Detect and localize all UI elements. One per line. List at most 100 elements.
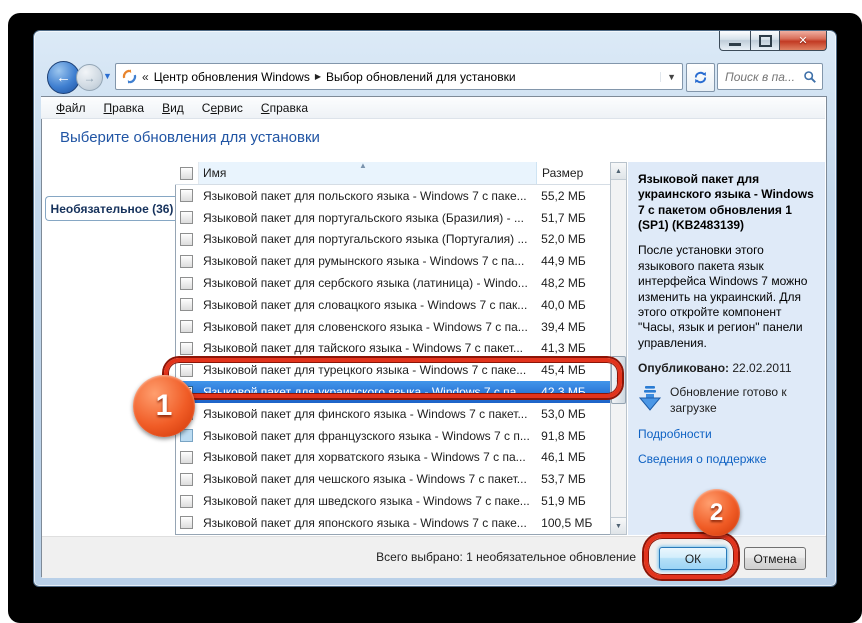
row-size: 100,5 МБ: [536, 516, 611, 530]
search-input[interactable]: [723, 69, 803, 85]
selection-summary: Всего выбрано: 1 необязательное обновлен…: [376, 550, 636, 564]
table-row[interactable]: Языковой пакет для французского языка - …: [175, 425, 611, 447]
maximize-button[interactable]: [751, 31, 780, 51]
table-row[interactable]: Языковой пакет для португальского языка …: [175, 229, 611, 251]
menu-help[interactable]: Справка: [252, 99, 317, 117]
row-name: Языковой пакет для чешского языка - Wind…: [199, 472, 536, 486]
triangle-up-icon: ▲: [615, 168, 622, 175]
row-checkbox[interactable]: [180, 516, 193, 529]
table-row[interactable]: Языковой пакет для финского языка - Wind…: [175, 403, 611, 425]
row-checkbox[interactable]: [180, 495, 193, 508]
menu-bar: Файл Правка Вид Сервис Справка: [41, 97, 825, 119]
table-row[interactable]: Языковой пакет для польского языка - Win…: [175, 185, 611, 207]
forward-button[interactable]: →: [76, 64, 103, 91]
close-icon: ✕: [798, 34, 807, 47]
menu-tools[interactable]: Сервис: [193, 99, 252, 117]
close-button[interactable]: ✕: [780, 31, 827, 51]
row-checkbox[interactable]: [180, 342, 193, 355]
list-scrollbar[interactable]: ▲ ≡ ▼: [610, 162, 627, 535]
update-title: Языковой пакет для украинского языка - W…: [638, 172, 815, 233]
row-name: Языковой пакет для финского языка - Wind…: [199, 407, 536, 421]
scroll-down-button[interactable]: ▼: [611, 517, 626, 534]
menu-view[interactable]: Вид: [153, 99, 193, 117]
table-row[interactable]: Языковой пакет для словенского языка - W…: [175, 316, 611, 338]
breadcrumb-collapse-chevron[interactable]: «: [142, 70, 149, 84]
maximize-icon: [759, 35, 772, 47]
support-info-link[interactable]: Сведения о поддержке: [638, 452, 815, 466]
list-header: Имя ▲ Размер: [175, 162, 611, 185]
column-header-name[interactable]: Имя ▲: [199, 162, 537, 184]
annotation-step-2-badge: 2: [693, 489, 740, 536]
row-name: Языковой пакет для шведского языка - Win…: [199, 494, 536, 508]
refresh-icon: [693, 70, 708, 85]
table-row[interactable]: Языковой пакет для шведского языка - Win…: [175, 490, 611, 512]
row-checkbox[interactable]: [180, 473, 193, 486]
details-link[interactable]: Подробности: [638, 427, 815, 441]
update-description: После установки этого языкового пакета я…: [638, 243, 815, 351]
row-size: 53,7 МБ: [536, 472, 611, 486]
table-row[interactable]: Языковой пакет для сербского языка (лати…: [175, 272, 611, 294]
row-checkbox[interactable]: [180, 189, 193, 202]
breadcrumb-page[interactable]: Выбор обновлений для установки: [326, 70, 516, 84]
tab-optional-label: Необязательное (36): [51, 202, 174, 216]
annotation-highlight-selected-row: [164, 358, 622, 398]
chevron-down-icon: ▼: [103, 71, 112, 81]
row-size: 55,2 МБ: [536, 189, 611, 203]
annotation-highlight-ok-button: [644, 534, 738, 579]
column-header-size[interactable]: Размер: [537, 162, 611, 184]
row-checkbox[interactable]: [180, 277, 193, 290]
windows-update-icon: [122, 69, 137, 84]
address-bar[interactable]: « Центр обновления Windows ▶ Выбор обнов…: [115, 63, 683, 90]
breadcrumb-separator-icon[interactable]: ▶: [315, 72, 321, 81]
row-size: 40,0 МБ: [536, 298, 611, 312]
table-row[interactable]: Языковой пакет для хорватского языка - W…: [175, 447, 611, 469]
menu-file[interactable]: Файл: [47, 99, 95, 117]
row-checkbox[interactable]: [180, 233, 193, 246]
row-name: Языковой пакет для японского языка - Win…: [199, 516, 536, 530]
breadcrumb-root[interactable]: Центр обновления Windows: [154, 70, 310, 84]
download-ready-icon: [638, 385, 662, 413]
screenshot-root: { "nav": { "breadcrumb": { "prefix": "«"…: [0, 0, 862, 623]
menu-edit[interactable]: Правка: [95, 99, 154, 117]
cancel-button[interactable]: Отмена: [744, 547, 806, 570]
table-row[interactable]: Языковой пакет для португальского языка …: [175, 207, 611, 229]
row-size: 46,1 МБ: [536, 450, 611, 464]
address-dropdown[interactable]: ▼: [660, 72, 676, 82]
minimize-button[interactable]: [719, 31, 751, 51]
search-box[interactable]: [717, 63, 823, 90]
row-name: Языковой пакет для сербского языка (лати…: [199, 276, 536, 290]
row-size: 52,0 МБ: [536, 232, 611, 246]
row-size: 41,3 МБ: [536, 341, 611, 355]
forward-arrow-icon: →: [84, 71, 96, 85]
details-pane: Языковой пакет для украинского языка - W…: [628, 162, 825, 535]
table-row[interactable]: Языковой пакет для румынского языка - Wi…: [175, 250, 611, 272]
caption-button-group: ✕: [719, 31, 827, 50]
back-arrow-icon: ←: [56, 69, 71, 86]
select-all-checkbox[interactable]: [180, 167, 193, 180]
table-row[interactable]: Языковой пакет для тайского языка - Wind…: [175, 338, 611, 360]
published-label: Опубликовано:: [638, 361, 729, 375]
table-row[interactable]: Языковой пакет для японского языка - Win…: [175, 512, 611, 534]
row-checkbox[interactable]: [180, 320, 193, 333]
row-checkbox[interactable]: [180, 211, 193, 224]
row-name: Языковой пакет для словенского языка - W…: [199, 320, 536, 334]
table-row[interactable]: Языковой пакет для словацкого языка - Wi…: [175, 294, 611, 316]
annotation-step-1-badge: 1: [133, 375, 195, 437]
row-checkbox[interactable]: [180, 255, 193, 268]
published-row: Опубликовано: 22.02.2011: [638, 361, 815, 375]
table-row[interactable]: Языковой пакет для чешского языка - Wind…: [175, 468, 611, 490]
refresh-button[interactable]: [686, 63, 715, 92]
row-checkbox[interactable]: [180, 298, 193, 311]
minimize-icon: [729, 43, 741, 46]
row-size: 44,9 МБ: [536, 254, 611, 268]
recent-pages-dropdown[interactable]: ▼: [103, 71, 112, 81]
row-checkbox[interactable]: [180, 451, 193, 464]
search-icon[interactable]: [803, 70, 817, 84]
row-size: 53,0 МБ: [536, 407, 611, 421]
chevron-down-icon: ▼: [667, 72, 676, 82]
row-size: 51,9 МБ: [536, 494, 611, 508]
scroll-up-button[interactable]: ▲: [611, 163, 626, 180]
row-checkbox[interactable]: [180, 429, 193, 442]
triangle-down-icon: ▼: [615, 523, 622, 530]
tab-optional-updates[interactable]: Необязательное (36): [45, 196, 178, 221]
